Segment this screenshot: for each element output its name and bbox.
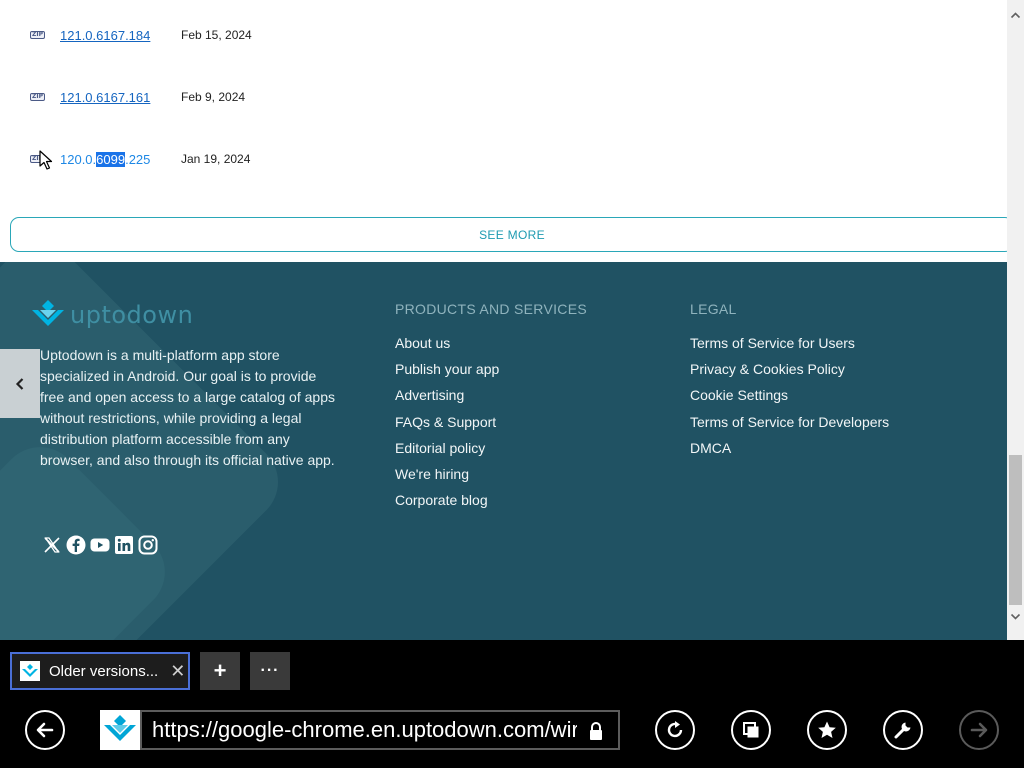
version-row: ZIP 121.0.6167.161 Feb 9, 2024 bbox=[30, 87, 245, 107]
selected-text: 6099 bbox=[96, 151, 126, 167]
legal-list: Terms of Service for Users Privacy & Coo… bbox=[690, 334, 889, 465]
products-services-list: About us Publish your app Advertising FA… bbox=[395, 334, 499, 517]
page-viewport: ZIP 121.0.6167.184 Feb 15, 2024 ZIP 121.… bbox=[0, 0, 1007, 640]
footer-link-editorial-policy[interactable]: Editorial policy bbox=[395, 439, 499, 465]
version-text-part: 120.0. bbox=[60, 151, 97, 167]
footer-link-corporate-blog[interactable]: Corporate blog bbox=[395, 491, 499, 517]
version-link[interactable]: 120.0.6099.225 bbox=[60, 151, 181, 167]
tools-button[interactable] bbox=[883, 710, 923, 750]
version-link[interactable]: 121.0.6167.184 bbox=[60, 28, 181, 43]
legal-heading: LEGAL bbox=[690, 301, 737, 317]
new-tab-button[interactable]: + bbox=[200, 652, 240, 690]
navigation-bar: https://google-chrome.en.uptodown.com/wi… bbox=[0, 704, 1024, 768]
version-date: Jan 19, 2024 bbox=[181, 152, 251, 166]
version-text-part: .225 bbox=[125, 151, 151, 167]
chevron-left-icon bbox=[15, 377, 24, 390]
social-links bbox=[42, 535, 158, 560]
footer-link-terms-users[interactable]: Terms of Service for Users bbox=[690, 334, 889, 360]
linkedin-icon[interactable] bbox=[114, 535, 134, 560]
version-row: ZIP 120.0.6099.225 Jan 19, 2024 bbox=[30, 149, 250, 169]
active-tab[interactable]: Older versions... ✕ bbox=[10, 652, 190, 690]
scroll-up-icon[interactable] bbox=[1010, 10, 1021, 21]
about-text: Uptodown is a multi-platform app store s… bbox=[40, 347, 335, 468]
wrench-icon bbox=[894, 722, 911, 739]
uptodown-logo-icon bbox=[32, 300, 64, 326]
zip-file-icon: ZIP bbox=[30, 29, 47, 41]
logo-text: uptodown bbox=[70, 301, 194, 329]
site-identity-icon[interactable] bbox=[100, 710, 140, 750]
footer-link-terms-developers[interactable]: Terms of Service for Developers bbox=[690, 413, 889, 439]
footer-link-about-us[interactable]: About us bbox=[395, 334, 499, 360]
tab-title: Older versions... bbox=[49, 662, 159, 680]
address-url[interactable]: https://google-chrome.en.uptodown.com/wi… bbox=[152, 717, 577, 743]
see-more-button[interactable]: SEE MORE bbox=[10, 217, 1007, 252]
back-arrow-icon bbox=[36, 722, 54, 738]
mouse-cursor-icon bbox=[39, 150, 53, 170]
version-link[interactable]: 121.0.6167.161 bbox=[60, 90, 181, 105]
footer-link-cookie-settings[interactable]: Cookie Settings bbox=[690, 386, 889, 412]
footer-link-publish-app[interactable]: Publish your app bbox=[395, 360, 499, 386]
x-icon[interactable] bbox=[42, 535, 62, 560]
footer-link-privacy-cookies[interactable]: Privacy & Cookies Policy bbox=[690, 360, 889, 386]
footer-link-faqs-support[interactable]: FAQs & Support bbox=[395, 413, 499, 439]
tab-close-icon[interactable]: ✕ bbox=[170, 661, 185, 682]
version-row: ZIP 121.0.6167.184 Feb 15, 2024 bbox=[30, 25, 252, 45]
forward-arrow-icon bbox=[970, 722, 988, 738]
facebook-icon[interactable] bbox=[66, 535, 86, 560]
uptodown-logo[interactable]: uptodown bbox=[32, 300, 193, 330]
lock-icon[interactable] bbox=[588, 721, 604, 741]
uptodown-favicon-icon bbox=[22, 663, 38, 677]
tab-options-button[interactable]: ··· bbox=[250, 652, 290, 690]
version-date: Feb 15, 2024 bbox=[181, 28, 252, 42]
side-scroll-left-button[interactable] bbox=[0, 349, 40, 418]
uptodown-favicon-icon bbox=[104, 715, 136, 741]
zip-file-icon: ZIP bbox=[30, 91, 47, 103]
star-icon bbox=[818, 721, 836, 738]
site-footer: uptodown Uptodown is a multi-platform ap… bbox=[0, 262, 1007, 640]
forward-button[interactable] bbox=[959, 710, 999, 750]
footer-link-advertising[interactable]: Advertising bbox=[395, 386, 499, 412]
tab-favicon bbox=[20, 661, 40, 681]
refresh-button[interactable] bbox=[655, 710, 695, 750]
vertical-scrollbar[interactable] bbox=[1007, 0, 1024, 640]
youtube-icon[interactable] bbox=[90, 535, 110, 560]
scrollbar-thumb[interactable] bbox=[1009, 455, 1022, 605]
footer-link-were-hiring[interactable]: We're hiring bbox=[395, 465, 499, 491]
address-bar[interactable]: https://google-chrome.en.uptodown.com/wi… bbox=[140, 710, 620, 750]
tabs-button[interactable] bbox=[731, 710, 771, 750]
scroll-down-icon[interactable] bbox=[1010, 611, 1021, 622]
tab-bar: Older versions... ✕ + ··· bbox=[0, 640, 1024, 704]
version-date: Feb 9, 2024 bbox=[181, 90, 246, 104]
back-button[interactable] bbox=[25, 710, 65, 750]
footer-link-dmca[interactable]: DMCA bbox=[690, 439, 889, 465]
products-services-heading: PRODUCTS AND SERVICES bbox=[395, 301, 587, 317]
favorites-button[interactable] bbox=[807, 710, 847, 750]
instagram-icon[interactable] bbox=[138, 535, 158, 560]
refresh-icon bbox=[667, 721, 683, 738]
tabs-icon bbox=[743, 722, 759, 738]
